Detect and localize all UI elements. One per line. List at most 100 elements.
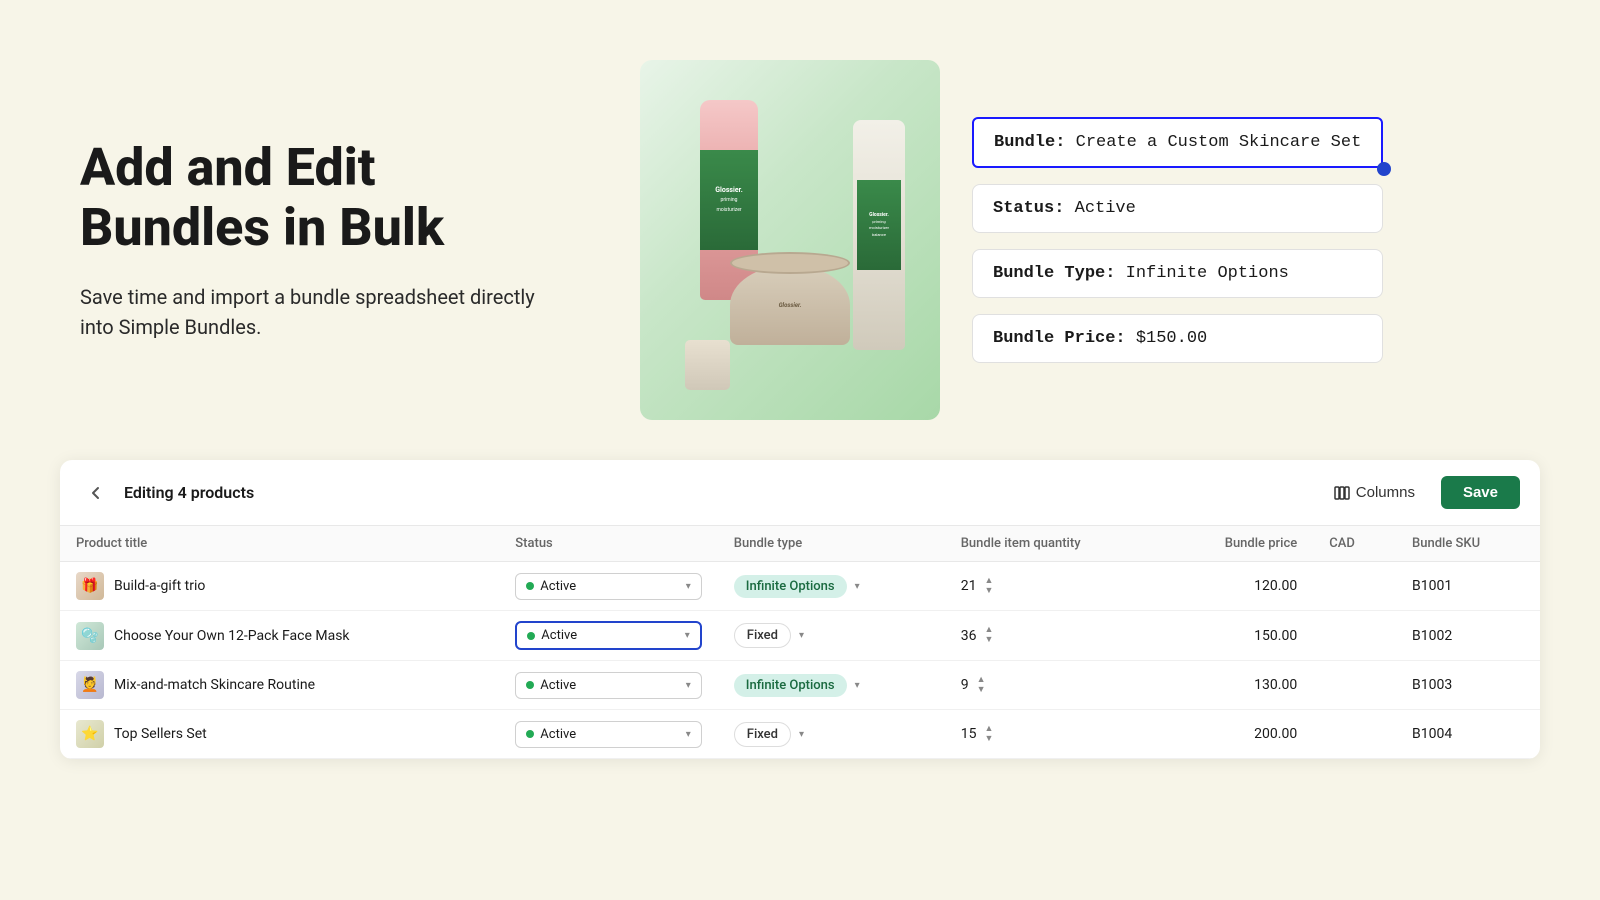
status-cell-2[interactable]: Active ▾ [499, 661, 718, 710]
product-image-inner: Glossier.primingmoisturizer Glossier. Gl… [640, 60, 940, 420]
table-header-row: Product title Status Bundle type Bundle … [60, 526, 1540, 562]
bundle-type-cell-1: Fixed ▾ [718, 611, 945, 661]
quantity-value-0: 21 [961, 578, 977, 594]
quantity-spinner-1[interactable]: ▲ ▼ [984, 626, 993, 645]
data-table: Product title Status Bundle type Bundle … [60, 526, 1540, 759]
spinner-down-1[interactable]: ▼ [984, 636, 993, 645]
bundle-type-chevron-3[interactable]: ▾ [799, 729, 804, 740]
status-dot-3 [526, 730, 534, 738]
currency-cell-3 [1313, 710, 1396, 759]
back-button[interactable] [80, 477, 112, 509]
quantity-spinner-3[interactable]: ▲ ▼ [984, 725, 993, 744]
bundle-type-card: Bundle Type: Infinite Options [972, 249, 1383, 298]
quantity-cell-1: 36 ▲ ▼ [945, 611, 1163, 661]
bundle-type-badge-0: Infinite Options [734, 575, 847, 598]
col-bundle-sku: Bundle SKU [1396, 526, 1540, 562]
product-name-0: Build-a-gift trio [114, 578, 205, 594]
product-jar-lid [730, 252, 850, 274]
spinner-up-1[interactable]: ▲ [984, 626, 993, 635]
bundle-price-card: Bundle Price: $150.00 [972, 314, 1383, 363]
bundle-name-card: Bundle: Create a Custom Skincare Set [972, 117, 1383, 168]
status-cell-3[interactable]: Active ▾ [499, 710, 718, 759]
status-select-1[interactable]: Active ▾ [515, 621, 702, 650]
table-row: 🎁 Build-a-gift trio Active ▾ Infinite Op… [60, 562, 1540, 611]
spinner-down-2[interactable]: ▼ [977, 686, 986, 695]
product-thumb-1: 🫧 [76, 622, 104, 650]
status-cell-0[interactable]: Active ▾ [499, 562, 718, 611]
bundle-type-badge-3: Fixed [734, 722, 791, 747]
status-select-3[interactable]: Active ▾ [515, 721, 702, 748]
col-product-title: Product title [60, 526, 499, 562]
price-cell-1: 150.00 [1163, 611, 1313, 661]
table-header-actions: Columns Save [1324, 476, 1520, 509]
columns-label: Columns [1356, 484, 1415, 501]
bundle-type-chevron-0[interactable]: ▾ [855, 581, 860, 592]
status-select-2[interactable]: Active ▾ [515, 672, 702, 699]
product-tube-beige-text: Glossier.primingmoisturizerbalance [869, 212, 889, 238]
quantity-spinner-0[interactable]: ▲ ▼ [984, 577, 993, 596]
bundle-type-value: Infinite Options [1126, 264, 1289, 283]
info-cards: Bundle: Create a Custom Skincare Set Sta… [972, 117, 1383, 363]
spinner-up-3[interactable]: ▲ [984, 725, 993, 734]
product-jar-inner: Glossier. [738, 275, 842, 335]
status-select-0[interactable]: Active ▾ [515, 573, 702, 600]
col-currency: CAD [1313, 526, 1396, 562]
bundle-type-chevron-1[interactable]: ▾ [799, 630, 804, 641]
bundle-type-cell-3: Fixed ▾ [718, 710, 945, 759]
bundle-type-chevron-2[interactable]: ▾ [855, 680, 860, 691]
status-cell-1[interactable]: Active ▾ [499, 611, 718, 661]
spinner-up-0[interactable]: ▲ [984, 577, 993, 586]
price-cell-2: 130.00 [1163, 661, 1313, 710]
bundle-type-key: Bundle Type: [993, 264, 1115, 283]
spinner-down-0[interactable]: ▼ [984, 587, 993, 596]
product-title-cell-1: 🫧 Choose Your Own 12-Pack Face Mask [60, 611, 499, 661]
currency-cell-1 [1313, 611, 1396, 661]
top-section: Add and Edit Bundles in Bulk Save time a… [0, 0, 1600, 460]
status-card: Status: Active [972, 184, 1383, 233]
sku-cell-2: B1003 [1396, 661, 1540, 710]
price-value-1: 150.00 [1254, 628, 1297, 644]
quantity-cell-0: 21 ▲ ▼ [945, 562, 1163, 611]
sku-cell-0: B1001 [1396, 562, 1540, 611]
quantity-spinner-2[interactable]: ▲ ▼ [977, 676, 986, 695]
product-thumb-2: 💆 [76, 671, 104, 699]
sku-cell-3: B1004 [1396, 710, 1540, 759]
bundle-type-cell-0: Infinite Options ▾ [718, 562, 945, 611]
quantity-value-2: 9 [961, 677, 969, 693]
product-small-jar [685, 340, 730, 390]
hero-visual: Glossier.primingmoisturizer Glossier. Gl… [640, 60, 1520, 420]
table-row: ⭐ Top Sellers Set Active ▾ Fixed ▾ 15 ▲ … [60, 710, 1540, 759]
spinner-up-2[interactable]: ▲ [977, 676, 986, 685]
spinner-down-3[interactable]: ▼ [984, 735, 993, 744]
price-value-0: 120.00 [1254, 578, 1297, 594]
table-row: 💆 Mix-and-match Skincare Routine Active … [60, 661, 1540, 710]
status-key: Status: [993, 199, 1064, 218]
status-text-2: Active [540, 678, 679, 693]
status-chevron-0: ▾ [686, 581, 691, 592]
save-button[interactable]: Save [1441, 476, 1520, 509]
product-name-3: Top Sellers Set [114, 726, 207, 742]
editing-title: Editing 4 products [124, 483, 254, 502]
quantity-value-1: 36 [961, 628, 977, 644]
product-title-cell-2: 💆 Mix-and-match Skincare Routine [60, 661, 499, 710]
product-jar-label: Glossier.primingmoisturizer [700, 150, 758, 250]
card-dot [1377, 162, 1391, 176]
status-chevron-2: ▾ [686, 680, 691, 691]
columns-button[interactable]: Columns [1324, 478, 1425, 507]
status-chevron-3: ▾ [686, 729, 691, 740]
quantity-value-3: 15 [961, 726, 977, 742]
table-header: Editing 4 products Columns Save [60, 460, 1540, 526]
price-cell-3: 200.00 [1163, 710, 1313, 759]
bundle-type-cell-2: Infinite Options ▾ [718, 661, 945, 710]
col-status: Status [499, 526, 718, 562]
product-title-cell-3: ⭐ Top Sellers Set [60, 710, 499, 759]
bundle-name-key: Bundle: [994, 133, 1065, 152]
product-label-text: Glossier.primingmoisturizer [715, 186, 742, 213]
status-chevron-1: ▾ [685, 630, 690, 641]
product-name-1: Choose Your Own 12-Pack Face Mask [114, 628, 350, 644]
product-name-2: Mix-and-match Skincare Routine [114, 677, 315, 693]
price-cell-0: 120.00 [1163, 562, 1313, 611]
price-value-2: 130.00 [1254, 677, 1297, 693]
status-value: Active [1075, 199, 1136, 218]
quantity-cell-3: 15 ▲ ▼ [945, 710, 1163, 759]
